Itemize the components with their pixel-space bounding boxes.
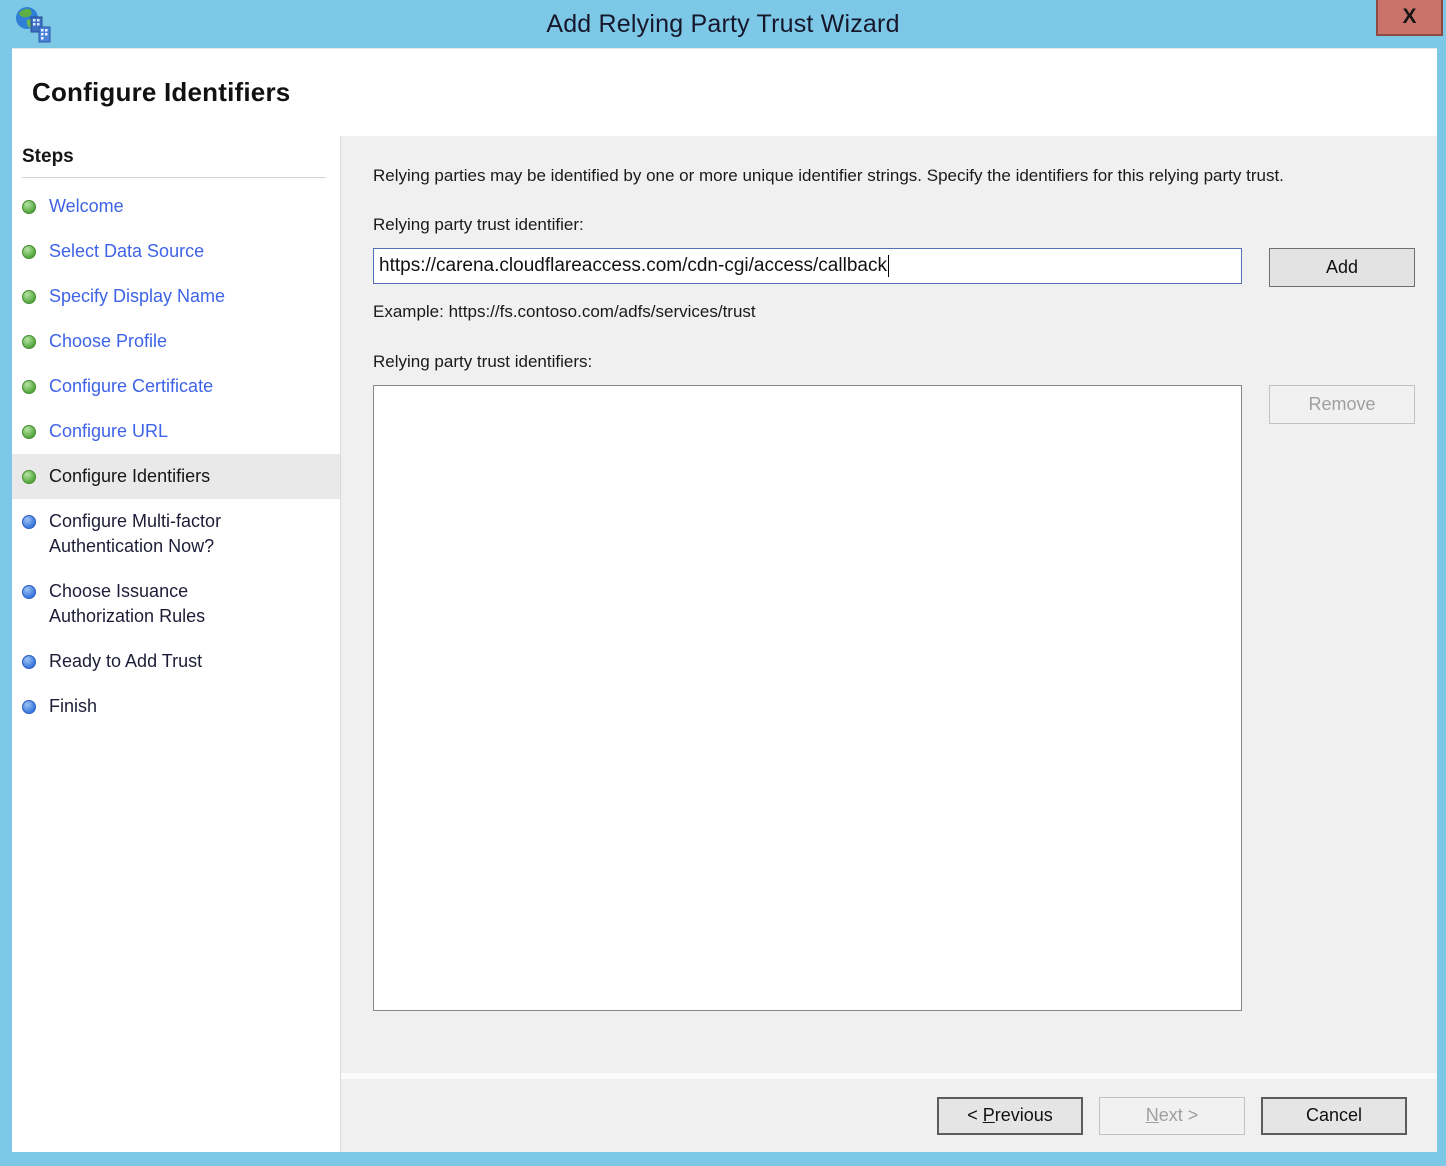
title-bar: Add Relying Party Trust Wizard X (0, 0, 1446, 48)
identifier-input-value: https://carena.cloudflareaccess.com/cdn-… (379, 255, 887, 277)
identifier-input[interactable]: https://carena.cloudflareaccess.com/cdn-… (373, 248, 1242, 284)
wizard-window: Add Relying Party Trust Wizard X Configu… (0, 0, 1446, 1166)
step-configure-url: Configure URL (12, 409, 340, 454)
step-status-bullet (22, 200, 36, 214)
step-status-bullet (22, 335, 36, 349)
step-status-bullet (22, 380, 36, 394)
text-caret (888, 255, 889, 277)
previous-button[interactable]: < Previous (937, 1097, 1083, 1135)
page-description: Relying parties may be identified by one… (373, 162, 1413, 189)
step-ready-to-add-trust: Ready to Add Trust (12, 639, 340, 684)
step-configure-mfa: Configure Multi-factor Authentication No… (12, 499, 340, 569)
step-status-bullet (22, 700, 36, 714)
window-title: Add Relying Party Trust Wizard (546, 10, 899, 39)
step-choose-issuance-rules: Choose Issuance Authorization Rules (12, 569, 340, 639)
next-button[interactable]: Next > (1099, 1097, 1245, 1135)
wizard-footer: < Previous Next > Cancel (341, 1073, 1437, 1152)
page-title: Configure Identifiers (32, 77, 290, 108)
add-button[interactable]: Add (1269, 248, 1415, 287)
step-configure-certificate: Configure Certificate (12, 364, 340, 409)
identifier-example: Example: https://fs.contoso.com/adfs/ser… (373, 302, 1413, 322)
step-status-bullet (22, 425, 36, 439)
step-finish: Finish (12, 684, 340, 729)
step-choose-profile: Choose Profile (12, 319, 340, 364)
page-header: Configure Identifiers (12, 48, 1437, 136)
step-status-bullet (22, 655, 36, 669)
step-status-bullet (22, 585, 36, 599)
dialog-body: Configure Identifiers Steps Welcome Sele… (12, 48, 1437, 1152)
identifiers-listbox[interactable] (373, 385, 1242, 1011)
close-button[interactable]: X (1376, 0, 1443, 36)
identifiers-list-label: Relying party trust identifiers: (373, 352, 1413, 372)
steps-list: Welcome Select Data Source Specify Displ… (12, 178, 340, 729)
step-status-bullet (22, 290, 36, 304)
step-select-data-source: Select Data Source (12, 229, 340, 274)
step-status-bullet (22, 245, 36, 259)
remove-button[interactable]: Remove (1269, 385, 1415, 424)
adfs-app-icon (13, 5, 53, 45)
main-panel: Relying parties may be identified by one… (340, 136, 1437, 1152)
cancel-button[interactable]: Cancel (1261, 1097, 1407, 1135)
step-status-bullet (22, 470, 36, 484)
step-specify-display-name: Specify Display Name (12, 274, 340, 319)
step-status-bullet (22, 515, 36, 529)
identifier-input-label: Relying party trust identifier: (373, 215, 1413, 235)
steps-heading: Steps (22, 146, 326, 178)
step-welcome: Welcome (12, 184, 340, 229)
steps-sidebar: Steps Welcome Select Data Source Specify… (12, 136, 340, 1152)
step-configure-identifiers: Configure Identifiers (12, 454, 340, 499)
